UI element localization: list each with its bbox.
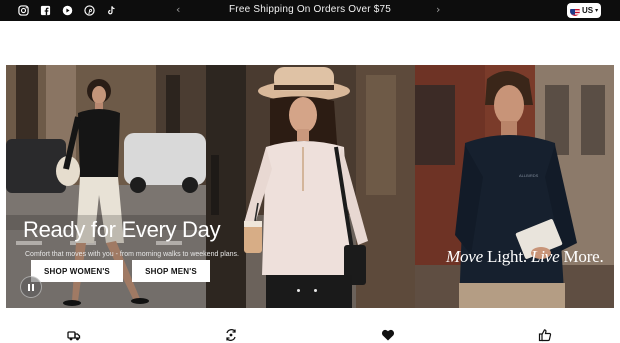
hero-title: Ready for Every Day xyxy=(23,217,221,242)
tagline-word: Move xyxy=(446,247,483,266)
announcement-bar: ‹ Free Shipping On Orders Over $75 › US … xyxy=(0,0,620,21)
chevron-down-icon: ▾ xyxy=(595,7,599,14)
carousel-dot[interactable] xyxy=(297,289,300,292)
pause-icon[interactable] xyxy=(20,276,42,298)
hero-tagline: Move Light. Live More. xyxy=(446,247,604,267)
hero-image-woman-hat xyxy=(206,65,415,308)
tagline-word: Live xyxy=(530,247,560,266)
hero-banner: ALLBIRDS Ready for Every Day Comfort tha… xyxy=(6,65,614,308)
shop-mens-button[interactable]: SHOP MEN'S xyxy=(132,260,210,282)
locale-code: US xyxy=(582,6,594,15)
returns-exchange-icon xyxy=(224,328,238,342)
hero-image-man-brick: ALLBIRDS xyxy=(415,65,614,308)
heart-icon xyxy=(381,328,395,342)
tagline-word: More. xyxy=(563,247,604,266)
carousel-dots xyxy=(297,289,317,292)
hero-subtitle: Comfort that moves with you - from morni… xyxy=(25,251,239,258)
tagline-word: Light. xyxy=(487,247,527,266)
delivery-truck-icon xyxy=(67,328,81,342)
locale-selector[interactable]: US ▾ xyxy=(567,3,601,18)
carousel-dot[interactable] xyxy=(314,289,317,292)
features-row xyxy=(0,326,620,343)
svg-text:ALLBIRDS: ALLBIRDS xyxy=(519,173,539,178)
announcement-text: Free Shipping On Orders Over $75 xyxy=(228,4,392,15)
thumbs-up-icon xyxy=(538,328,552,342)
chevron-right-icon[interactable]: › xyxy=(436,3,440,16)
us-flag-icon xyxy=(570,6,580,16)
shop-womens-button[interactable]: SHOP WOMEN'S xyxy=(31,260,123,282)
